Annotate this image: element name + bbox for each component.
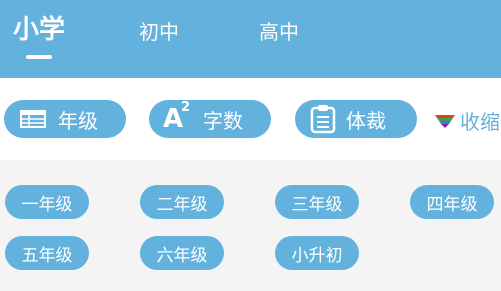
grade-filter-label: 年级 [58, 108, 98, 133]
grade-chip-3[interactable]: 三年级 [275, 185, 359, 219]
grade-filter-button[interactable]: 年级 [4, 100, 126, 138]
top-tab-bar: 小学 初中 高中 [0, 0, 501, 78]
tab-primary-school[interactable]: 小学 [13, 15, 65, 45]
genre-filter-label: 体裁 [346, 108, 386, 133]
word-count-filter-button[interactable]: A 2 字数 [149, 100, 271, 138]
clipboard-icon [309, 104, 337, 134]
word-count-filter-label: 字数 [203, 108, 243, 133]
rainbow-triangle-icon [434, 112, 456, 128]
tab-high-school[interactable]: 高中 [259, 20, 299, 44]
table-icon [20, 109, 46, 129]
tab-middle-school[interactable]: 初中 [139, 20, 179, 44]
genre-filter-button[interactable]: 体裁 [295, 100, 417, 138]
grade-chip-5[interactable]: 五年级 [5, 236, 89, 270]
filter-bar: 年级 A 2 字数 体裁 收缩 [0, 78, 501, 160]
active-tab-indicator [26, 55, 52, 59]
grade-chip-4[interactable]: 四年级 [410, 185, 494, 219]
grade-chip-1[interactable]: 一年级 [5, 185, 89, 219]
collapse-label: 收缩 [460, 109, 500, 134]
collapse-button[interactable]: 收缩 [434, 108, 500, 134]
grade-chip-6[interactable]: 六年级 [140, 236, 224, 270]
a-squared-icon-sup: 2 [181, 100, 191, 115]
a-squared-icon: A 2 [163, 100, 193, 134]
grade-chip-graduation[interactable]: 小升初 [275, 236, 359, 270]
grade-chip-2[interactable]: 二年级 [140, 185, 224, 219]
